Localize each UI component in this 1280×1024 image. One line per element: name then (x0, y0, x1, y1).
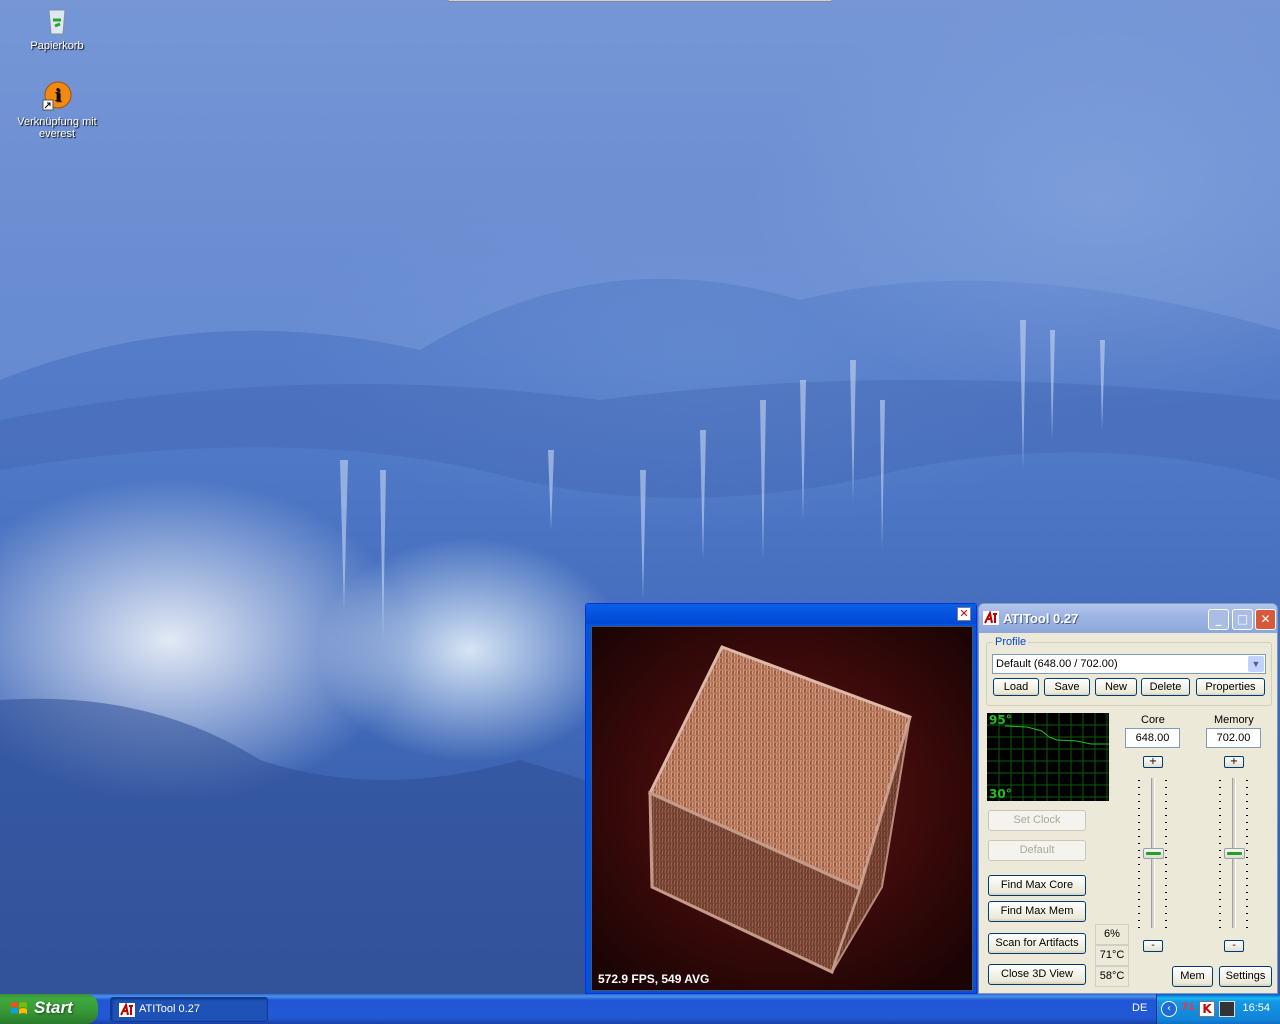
temperature-readout-2: 58°C (1095, 966, 1129, 987)
gpu-load-readout: 6% (1095, 924, 1129, 945)
core-minus-button[interactable]: - (1143, 940, 1163, 952)
close-button[interactable]: ✕ (1255, 609, 1276, 630)
profile-delete-button[interactable]: Delete (1141, 678, 1190, 696)
system-tray: ‹ 71 K 16:54 (1156, 994, 1280, 1024)
scan-artifacts-button[interactable]: Scan for Artifacts (988, 933, 1086, 954)
close-3d-window-button[interactable]: ✕ (957, 607, 971, 621)
core-slider-thumb[interactable] (1143, 848, 1164, 859)
fps-readout: 572.9 FPS, 549 AVG (598, 972, 710, 986)
core-slider-ticks (1138, 780, 1140, 930)
find-max-mem-button[interactable]: Find Max Mem (988, 901, 1086, 922)
atitool-window[interactable]: ATITool 0.27 _ □ ✕ Profile Default (648.… (978, 603, 1278, 994)
3d-view-titlebar[interactable]: ✕ (586, 604, 976, 624)
temperature-readout-1: 71°C (1095, 945, 1129, 966)
core-label: Core (1141, 714, 1165, 726)
memory-slider-thumb[interactable] (1224, 848, 1245, 859)
desktop-icon-recycle-bin[interactable]: Papierkorb (12, 4, 102, 52)
profile-properties-button[interactable]: Properties (1196, 678, 1265, 696)
temperature-graph: 95° 30° (987, 713, 1109, 801)
profile-select[interactable]: Default (648.00 / 702.00) ▼ (992, 654, 1266, 674)
desktop-icon-label: Verknüpfung mit everest (17, 116, 97, 140)
find-max-core-button[interactable]: Find Max Core (988, 875, 1086, 896)
start-label: Start (34, 998, 73, 1017)
set-clock-button[interactable]: Set Clock (988, 810, 1086, 831)
graph-min-label: 30° (989, 787, 1012, 801)
default-button[interactable]: Default (988, 840, 1086, 861)
furry-cube-render (647, 645, 912, 975)
recycle-bin-icon (41, 4, 73, 36)
desktop-icon-everest[interactable]: i Verknüpfung mit everest (12, 80, 102, 140)
3d-render-viewport: 572.9 FPS, 549 AVG (591, 626, 973, 991)
taskbar-item-atitool[interactable]: ATITool 0.27 (110, 997, 268, 1022)
core-plus-button[interactable]: + (1143, 756, 1163, 768)
profile-group (986, 642, 1272, 706)
memory-slider-ticks (1246, 780, 1248, 930)
memory-label: Memory (1214, 714, 1254, 726)
tray-temperature-badge[interactable]: 71 (1181, 1002, 1195, 1013)
mem-button[interactable]: Mem (1172, 966, 1213, 987)
svg-text:i: i (55, 86, 62, 106)
maximize-button[interactable]: □ (1232, 609, 1253, 630)
graph-max-label: 95° (989, 713, 1012, 727)
desktop-icon-label: Papierkorb (30, 40, 84, 52)
profile-load-button[interactable]: Load (993, 678, 1039, 696)
everest-shortcut-icon: i (41, 80, 73, 112)
show-hidden-icons-chevron-icon[interactable]: ‹ (1161, 1001, 1177, 1017)
core-slider-ticks (1165, 780, 1167, 930)
minimize-button[interactable]: _ (1208, 609, 1229, 630)
memory-clock-field[interactable]: 702.00 (1206, 728, 1261, 748)
memory-slider-ticks (1219, 780, 1221, 930)
clock[interactable]: 16:54 (1242, 1002, 1270, 1014)
close-3d-view-button[interactable]: Close 3D View (988, 964, 1086, 985)
3d-view-window[interactable]: ✕ 572.9 FPS, 549 AVG (585, 603, 977, 994)
ati-logo-icon (119, 1001, 135, 1017)
profile-save-button[interactable]: Save (1044, 678, 1090, 696)
taskbar-item-label: ATITool 0.27 (139, 1003, 200, 1015)
windows-flag-icon (10, 1001, 28, 1017)
settings-button[interactable]: Settings (1219, 966, 1272, 987)
start-button[interactable]: Start (0, 994, 98, 1024)
profile-group-label: Profile (993, 636, 1029, 648)
language-indicator[interactable]: DE (1132, 1002, 1147, 1014)
core-clock-field[interactable]: 648.00 (1125, 728, 1180, 748)
network-connection-icon[interactable] (1219, 1001, 1235, 1017)
memory-plus-button[interactable]: + (1224, 756, 1244, 768)
profile-new-button[interactable]: New (1095, 678, 1137, 696)
memory-minus-button[interactable]: - (1224, 940, 1244, 952)
ati-logo-icon (983, 609, 999, 625)
atitool-titlebar[interactable]: ATITool 0.27 _ □ ✕ (979, 604, 1277, 633)
antivirus-k-icon[interactable]: K (1199, 1001, 1215, 1017)
profile-selected-value: Default (648.00 / 702.00) (996, 658, 1118, 670)
taskbar: Start ATITool 0.27 DE ‹ 71 K 16:54 (0, 994, 1280, 1024)
partial-window-edge (447, 0, 833, 2)
chevron-down-icon[interactable]: ▼ (1248, 656, 1264, 672)
window-title: ATITool 0.27 (1003, 611, 1079, 626)
